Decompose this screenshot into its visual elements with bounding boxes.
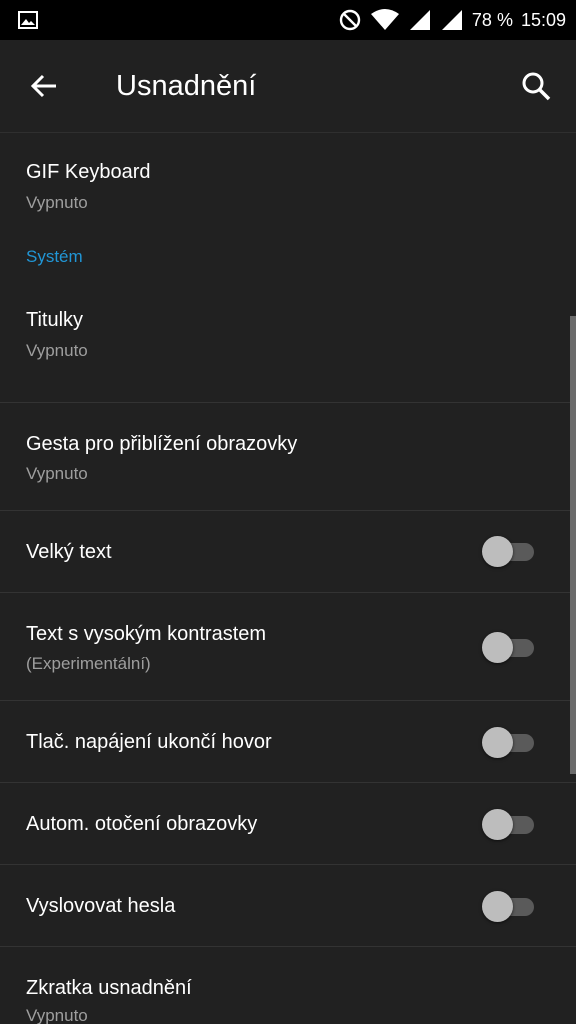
toggle-switch[interactable] [482,630,536,664]
toggle-switch[interactable] [482,534,536,568]
wifi-icon [370,8,400,32]
list-item-speak-passwords[interactable]: Vyslovovat hesla [0,865,576,947]
item-label: Velký text [26,541,112,563]
arrow-back-icon[interactable] [26,68,62,104]
page-title: Usnadnění [116,70,257,102]
status-icons: 78 % 15:09 [338,0,566,40]
scrollbar[interactable] [570,316,576,774]
toggle-switch[interactable] [482,807,536,841]
list-item-accessibility-shortcut[interactable]: Zkratka usnadnění Vypnuto [0,947,576,1024]
section-header-system: Systém [0,243,576,297]
signal-icon [440,8,464,32]
toggle-thumb [482,536,513,567]
item-label: Gesta pro přiblížení obrazovky [26,433,298,455]
item-summary: Vypnuto [26,1006,88,1024]
search-icon[interactable] [518,68,554,104]
item-label: Vyslovovat hesla [26,895,176,917]
item-summary: (Experimentální) [26,654,151,673]
status-bar: 78 % 15:09 [0,0,576,40]
toggle-thumb [482,727,513,758]
list-item-gesta[interactable]: Gesta pro přiblížení obrazovky Vypnuto [0,403,576,511]
item-label: Autom. otočení obrazovky [26,813,258,835]
list-item-titulky[interactable]: Titulky Vypnuto [0,297,576,403]
toggle-switch[interactable] [482,889,536,923]
settings-list: GIF Keyboard Vypnuto Systém Titulky Vypn… [0,133,576,1024]
item-summary: Vypnuto [26,193,88,212]
item-summary: Vypnuto [26,464,88,483]
item-label: GIF Keyboard [26,161,151,183]
app-bar: Usnadnění [0,40,576,133]
image-icon [18,10,38,30]
screen: 78 % 15:09 Usnadnění GIF Keyboard Vypnut… [0,0,576,1024]
item-label: Titulky [26,309,84,331]
item-label: Text s vysokým kontrastem [26,623,267,645]
list-item-gif-keyboard[interactable]: GIF Keyboard Vypnuto [0,133,576,243]
toggle-thumb [482,632,513,663]
item-label: Tlač. napájení ukončí hovor [26,731,272,753]
item-label: Zkratka usnadnění [26,977,192,999]
toggle-thumb [482,891,513,922]
section-title: Systém [26,247,83,266]
toggle-thumb [482,809,513,840]
toggle-switch[interactable] [482,725,536,759]
battery-percent: 78 % [471,9,513,30]
clock: 15:09 [520,9,566,30]
item-summary: Vypnuto [26,341,88,360]
list-item-power-ends-call[interactable]: Tlač. napájení ukončí hovor [0,701,576,783]
dnd-icon [338,8,362,32]
signal-icon [408,8,432,32]
list-item-high-contrast[interactable]: Text s vysokým kontrastem (Experimentáln… [0,593,576,701]
list-item-velky-text[interactable]: Velký text [0,511,576,593]
list-item-auto-rotate[interactable]: Autom. otočení obrazovky [0,783,576,865]
